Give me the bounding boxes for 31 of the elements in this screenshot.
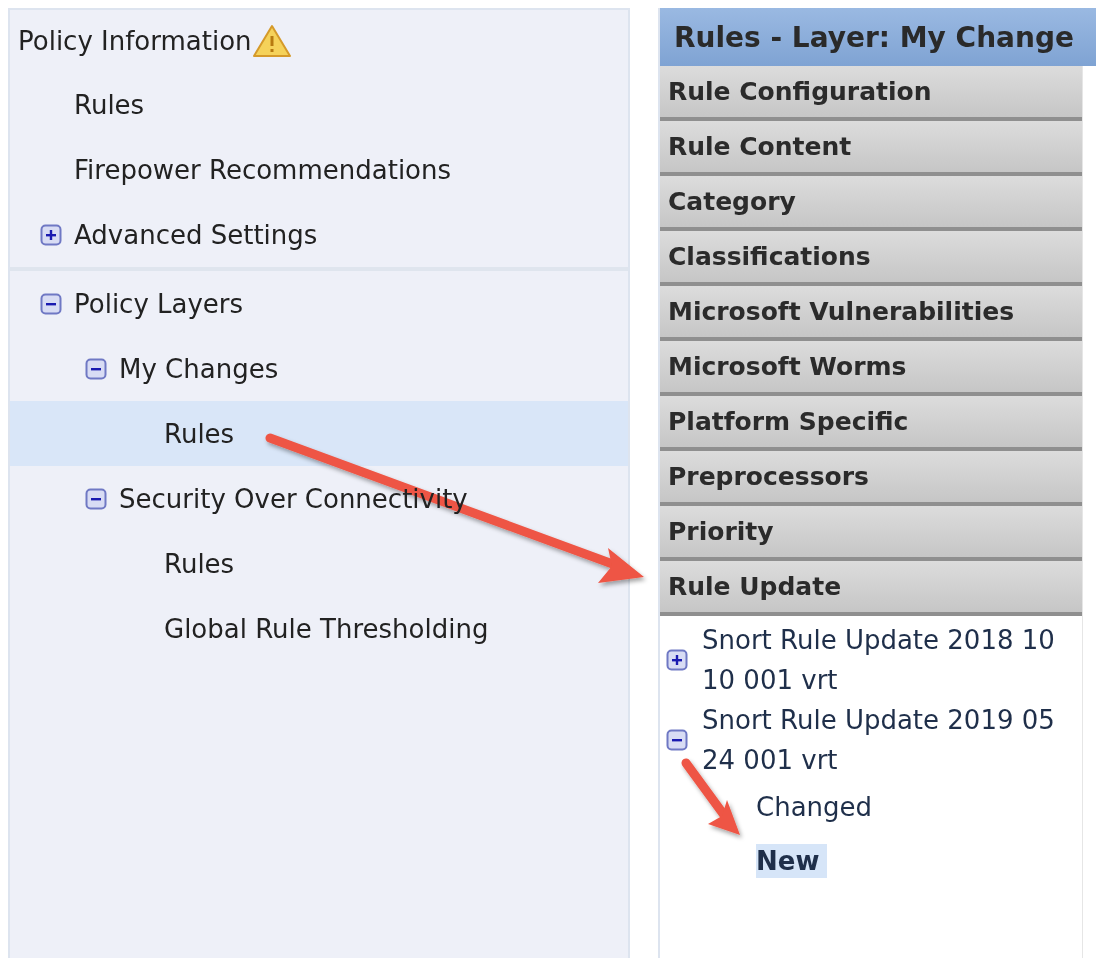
tree-item[interactable]: Rules	[164, 546, 239, 581]
panel-title: Rules - Layer: My Change	[660, 8, 1096, 66]
accordion-header[interactable]: Category	[660, 176, 1082, 231]
collapse-icon[interactable]	[40, 292, 62, 315]
tree-item[interactable]: Changed	[756, 790, 881, 824]
collapse-icon[interactable]	[666, 729, 688, 751]
tree-item[interactable]: Snort Rule Update 2019 05 24 001 vrt	[702, 700, 1072, 780]
tree-item[interactable]: Rules	[74, 87, 149, 122]
selected-tree-row[interactable]: Rules	[10, 401, 628, 466]
accordion-header[interactable]: Priority	[660, 506, 1082, 561]
tree-item[interactable]: New	[756, 844, 828, 878]
tree-item[interactable]: My Changes	[119, 351, 283, 386]
tree-item[interactable]: Policy Information	[18, 26, 252, 56]
tree-item[interactable]: Rules	[164, 416, 239, 451]
accordion-header[interactable]: Microsoft Vulnerabilities	[660, 286, 1082, 341]
accordion-header[interactable]: Preprocessors	[660, 451, 1082, 506]
accordion-header[interactable]: Platform Specific	[660, 396, 1082, 451]
collapse-icon[interactable]	[85, 357, 107, 380]
tree-item[interactable]: Firepower Recommendations	[74, 152, 456, 187]
accordion-header[interactable]: Microsoft Worms	[660, 341, 1082, 396]
tree-item[interactable]: Policy Layers	[74, 286, 248, 321]
tree-item[interactable]: Snort Rule Update 2018 10 10 001 vrt	[702, 620, 1072, 700]
accordion-header[interactable]: Classifications	[660, 231, 1082, 286]
tree-item[interactable]: Advanced Settings	[74, 217, 322, 252]
accordion-header[interactable]: Rule Content	[660, 121, 1082, 176]
accordion-header[interactable]: Rule Update	[660, 561, 1082, 616]
expand-icon[interactable]	[666, 649, 688, 671]
tree-item[interactable]: Global Rule Thresholding	[164, 611, 493, 646]
accordion-header[interactable]: Rule Configuration	[660, 66, 1082, 121]
collapse-icon[interactable]	[85, 487, 107, 510]
expand-icon[interactable]	[40, 223, 62, 246]
